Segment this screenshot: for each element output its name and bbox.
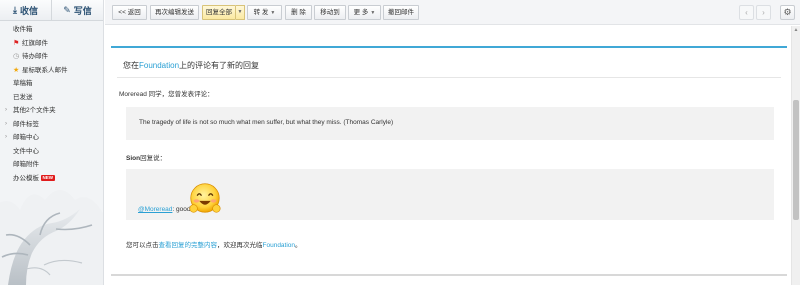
folder-label: 待办邮件 <box>22 53 48 60</box>
subject-suffix: 上的评论有了新的回复 <box>179 61 260 70</box>
folder-label: 邮箱中心 <box>13 134 39 141</box>
sidebar: ⤓ 收信 ✎ 写信 收件箱 ⚑ 红旗邮件 ◷ 待办邮件 ★ 星标联系人邮件 草稿箱 已… <box>0 0 104 285</box>
subject-site-link[interactable]: Foundation <box>139 61 179 70</box>
compose-bar: ⤓ 收信 ✎ 写信 <box>0 0 103 21</box>
compose-label: 写信 <box>73 5 92 16</box>
chevron-left-icon: ‹ <box>745 8 748 17</box>
scroll-up-arrow-icon[interactable]: ▲ <box>792 26 800 34</box>
more-button[interactable]: 更 多 ▼ <box>348 5 381 20</box>
folder-list: 收件箱 ⚑ 红旗邮件 ◷ 待办邮件 ★ 星标联系人邮件 草稿箱 已发送 › 其他2个文件… <box>0 21 103 185</box>
folder-other[interactable]: › 其他2个文件夹 <box>0 104 103 118</box>
forward-label: 转 发 <box>253 9 269 16</box>
mail-view: 您在Foundation上的评论有了新的回复 Moreread 同学，您曾发表评… <box>105 26 791 285</box>
prev-mail-button[interactable]: ‹ <box>739 5 754 20</box>
edit-icon: ✎ <box>63 4 71 15</box>
chevron-right-icon: › <box>762 8 765 17</box>
folder-starred-contacts[interactable]: ★ 星标联系人邮件 <box>0 64 103 78</box>
folder-drafts[interactable]: 草稿箱 <box>0 77 103 91</box>
resend-button[interactable]: 再次编辑发送 <box>150 5 199 20</box>
recall-button[interactable]: 撤回邮件 <box>383 5 419 20</box>
star-icon: ★ <box>13 66 20 74</box>
folder-file-center[interactable]: 文件中心 <box>0 145 103 159</box>
reply-said: 回复说： <box>140 155 167 162</box>
reply-text: @Moreread: good <box>138 206 191 213</box>
mention-link[interactable]: @Moreread <box>138 206 172 213</box>
mail-subject: 您在Foundation上的评论有了新的回复 <box>123 60 259 71</box>
settings-button[interactable]: ⚙ <box>780 5 795 20</box>
folder-label: 红旗邮件 <box>22 39 48 47</box>
folder-attachments[interactable]: 邮箱附件 <box>0 158 103 172</box>
footer-end: 。 <box>295 242 302 249</box>
folder-label: 文件中心 <box>13 147 39 155</box>
folder-label: 草稿箱 <box>13 80 33 87</box>
footer-site-link[interactable]: Foundation <box>263 242 296 249</box>
expand-icon[interactable]: › <box>5 104 7 118</box>
folder-label: 已发送 <box>13 93 33 101</box>
more-label: 更 多 <box>353 9 369 16</box>
receive-label: 收信 <box>19 5 38 16</box>
folder-label: 办公模板 <box>13 174 39 182</box>
scrollbar[interactable]: ▲ <box>791 26 800 285</box>
folder-inbox[interactable]: 收件箱 <box>0 23 103 37</box>
new-badge: NEW <box>41 174 55 181</box>
toolbar: << 返回 再次编辑发送 回复全部 ▼ 转 发 ▼ 删 除 移动到 更 多 ▼ 撤回… <box>105 0 800 25</box>
reply-author: Sion <box>126 155 141 162</box>
chevron-down-icon: ▼ <box>270 10 276 16</box>
folder-label: 星标联系人邮件 <box>22 66 68 74</box>
folder-label: 收件箱 <box>13 26 33 33</box>
delete-button[interactable]: 删 除 <box>285 5 312 20</box>
footer-text: 您可以点击查看回复的完整内容，欢迎再次光临Foundation。 <box>126 239 302 249</box>
back-button[interactable]: << 返回 <box>112 5 147 20</box>
divider <box>117 77 781 78</box>
folder-label: 邮箱附件 <box>13 161 39 168</box>
chevron-down-icon: ▼ <box>370 10 376 16</box>
clock-icon: ◷ <box>13 53 20 60</box>
download-icon: ⤓ <box>13 4 17 15</box>
reply-content: @Moreread: good <box>126 169 774 220</box>
chevron-down-icon: ▼ <box>237 9 243 15</box>
reply-header: Sion回复说： <box>126 152 166 162</box>
reply-all-button[interactable]: 回复全部 <box>202 5 236 20</box>
folder-label: 其他2个文件夹 <box>13 107 56 114</box>
folder-tags[interactable]: › 邮件标签 <box>0 118 103 132</box>
view-full-reply-link[interactable]: 查看回复的完整内容 <box>159 242 218 249</box>
receive-button[interactable]: ⤓ 收信 <box>0 0 51 20</box>
subject-prefix: 您在 <box>123 61 139 70</box>
folder-sent[interactable]: 已发送 <box>0 91 103 105</box>
expand-icon[interactable]: › <box>5 131 7 145</box>
quoted-comment: The tragedy of life is not so much what … <box>126 107 774 140</box>
compose-button[interactable]: ✎ 写信 <box>51 0 103 20</box>
footer-middle: ，欢迎再次光临 <box>217 242 263 249</box>
footer-prefix: 您可以点击 <box>126 242 159 249</box>
folder-todo[interactable]: ◷ 待办邮件 <box>0 50 103 64</box>
smiley-emoji-icon <box>189 183 221 213</box>
reply-dropdown[interactable]: ▼ <box>236 5 245 20</box>
gear-icon: ⚙ <box>783 7 792 17</box>
folder-label: 邮件标签 <box>13 120 39 128</box>
flag-icon: ⚑ <box>13 39 20 47</box>
folder-mailbox-center[interactable]: › 邮箱中心 <box>0 131 103 145</box>
next-mail-button[interactable]: › <box>756 5 771 20</box>
forward-button[interactable]: 转 发 ▼ <box>247 5 282 20</box>
move-to-button[interactable]: 移动到 <box>314 5 346 20</box>
scrollbar-thumb[interactable] <box>793 100 799 220</box>
quote-text: The tragedy of life is not so much what … <box>139 119 394 126</box>
folder-office-templates[interactable]: 办公模板 NEW <box>0 172 103 186</box>
folder-flagged[interactable]: ⚑ 红旗邮件 <box>0 37 103 51</box>
mail-body: 您在Foundation上的评论有了新的回复 Moreread 同学，您曾发表评… <box>111 46 787 276</box>
expand-icon[interactable]: › <box>5 118 7 132</box>
greeting-text: Moreread 同学，您曾发表评论： <box>119 91 214 98</box>
